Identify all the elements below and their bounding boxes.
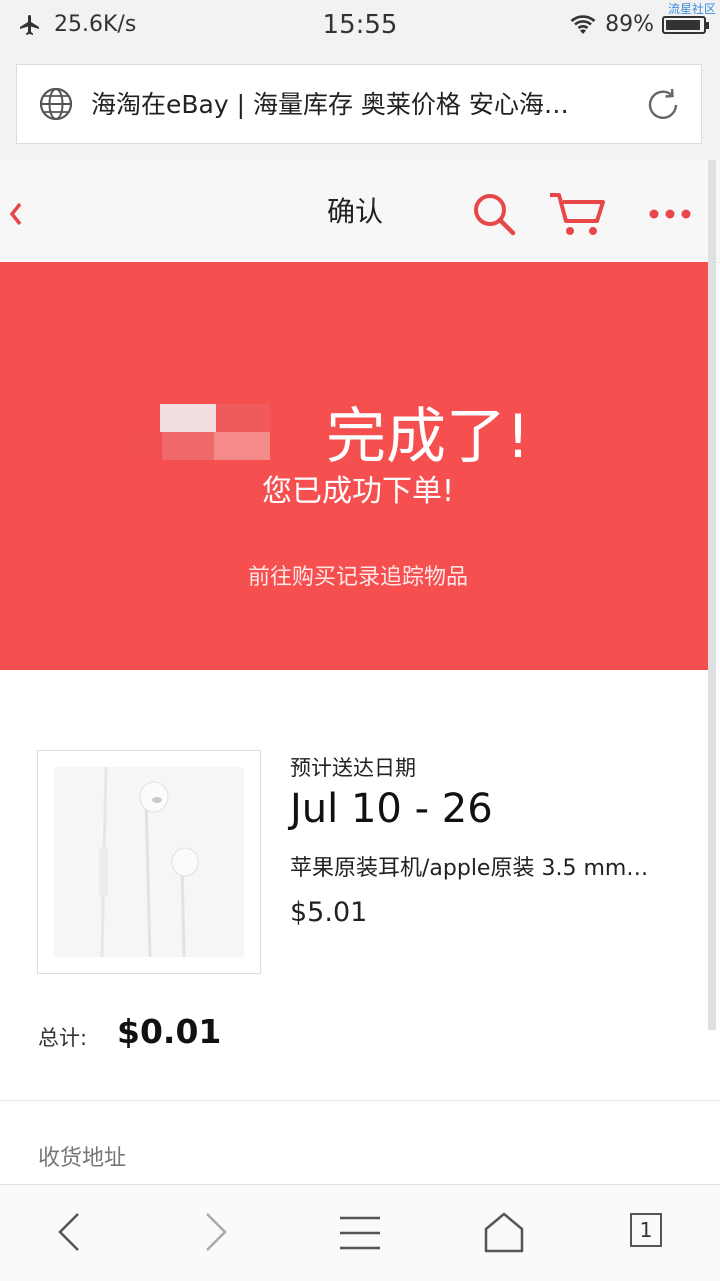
address-bar[interactable]: 海淘在eBay | 海量库存 奥莱价格 安心海… bbox=[16, 64, 702, 144]
battery-percent: 89% bbox=[605, 12, 654, 37]
browser-bottom-nav: 1 bbox=[0, 1184, 720, 1281]
globe-icon bbox=[39, 87, 73, 121]
search-icon[interactable] bbox=[472, 192, 516, 236]
eta-label: 预计送达日期 bbox=[290, 756, 416, 780]
blurred-username bbox=[132, 404, 270, 460]
refresh-icon[interactable] bbox=[643, 85, 683, 125]
total-value: $0.01 bbox=[117, 1012, 222, 1051]
product-price: $5.01 bbox=[290, 897, 368, 928]
total-label: 总计: bbox=[38, 1026, 88, 1050]
product-image[interactable] bbox=[37, 750, 261, 974]
shipping-address-label: 收货地址 bbox=[38, 1146, 127, 1171]
nav-home-button[interactable] bbox=[464, 1185, 544, 1281]
status-bar: 25.6K/s 15:55 89% 流星社区 bbox=[0, 0, 720, 52]
success-message: 您已成功下单! bbox=[261, 474, 455, 509]
success-banner: 完成了! 您已成功下单! 前往购买记录追踪物品 bbox=[0, 262, 716, 670]
battery-icon bbox=[662, 15, 709, 34]
chevron-left-icon bbox=[58, 1213, 79, 1251]
cart-icon[interactable] bbox=[548, 190, 606, 238]
scrollbar[interactable] bbox=[708, 160, 716, 1030]
done-heading: 完成了! bbox=[326, 402, 531, 472]
divider bbox=[0, 1100, 720, 1101]
watermark: 流星社区 bbox=[667, 2, 716, 16]
nav-tabs-button[interactable]: 1 bbox=[608, 1185, 688, 1281]
track-order-link[interactable]: 前往购买记录追踪物品 bbox=[0, 559, 716, 591]
product-name[interactable]: 苹果原装耳机/apple原装 3.5 mm… bbox=[290, 850, 680, 882]
earphones-image bbox=[54, 766, 244, 958]
chevron-right-icon bbox=[206, 1213, 227, 1251]
home-icon bbox=[484, 1212, 524, 1253]
eta-date: Jul 10 - 26 bbox=[290, 786, 493, 832]
more-icon[interactable] bbox=[648, 208, 692, 220]
earphones-illustration bbox=[99, 766, 199, 958]
page-header: 确认 bbox=[0, 160, 720, 263]
menu-icon bbox=[340, 1216, 380, 1250]
nav-back-button[interactable] bbox=[30, 1185, 110, 1281]
wifi-icon bbox=[570, 14, 596, 34]
browser-toolbar: 海淘在eBay | 海量库存 奥莱价格 安心海… bbox=[0, 52, 720, 161]
nav-menu-button[interactable] bbox=[320, 1185, 400, 1281]
nav-forward-button[interactable] bbox=[175, 1185, 255, 1281]
tab-count: 1 bbox=[630, 1213, 662, 1247]
page-title: 海淘在eBay | 海量库存 奥莱价格 安心海… bbox=[91, 90, 569, 119]
